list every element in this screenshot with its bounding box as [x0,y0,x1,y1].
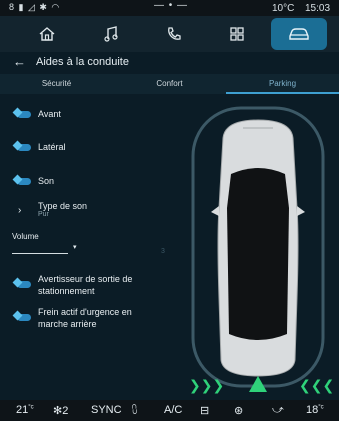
temp-left-value: 21 [16,404,29,416]
top-navigation [0,16,339,52]
nav-car[interactable] [271,18,327,50]
son-toggle[interactable] [12,174,31,185]
temp-right-unit: °c [318,404,324,411]
type-de-son-value: Pur [38,211,49,218]
phone-icon [168,27,181,40]
avant-toggle[interactable] [12,107,31,118]
chevron-right-icon: › [18,205,22,216]
rear-warning-icon [249,376,267,392]
steering-heat-icon[interactable]: ⊛ [234,404,243,417]
type-de-son-item[interactable]: Type de son Pur [38,201,87,218]
fan-direction-icon[interactable]: ⤻ [272,404,284,417]
volume-slider-handle[interactable]: ▾ [73,243,77,251]
right-sensor-arrows: ❮❮❮ [299,378,334,394]
nav-home[interactable] [19,18,75,50]
active-tab-indicator [226,92,339,94]
temp-left[interactable]: 21°c [16,404,34,416]
volume-slider-track[interactable] [12,253,68,254]
tab-securite[interactable]: Sécurité [0,74,113,94]
temp-right[interactable]: 18°c [306,404,324,416]
lateral-label: Latéral [38,142,66,152]
fan-speed-value: 2 [62,405,69,417]
frein-toggle[interactable] [12,310,31,321]
status-bar: 8 ▮ ◿ ✱ ◠ — • — 10°C 15:03 [0,0,339,16]
apps-icon [230,27,244,41]
frein-line1: Frein actif d'urgence en [38,307,132,317]
lateral-toggle[interactable] [12,140,31,151]
left-sensor-arrows: ❯❯❯ [189,378,224,394]
temp-left-unit: °c [28,404,34,411]
outside-temperature: 10°C [272,3,295,14]
frein-line2: marche arrière [38,319,97,329]
nav-phone[interactable] [146,18,202,50]
frein-label: Frein actif d'urgence en marche arrière [38,306,132,330]
fan-icon: ✻ [53,405,63,417]
car-roof-glass [227,168,289,340]
right-mirror [297,206,305,216]
avertisseur-toggle[interactable] [12,277,31,288]
status-middle: — • — [154,0,189,11]
avertisseur-line1: Avertisseur de sortie de [38,274,133,284]
avertisseur-line2: stationnement [38,286,95,296]
tab-parking[interactable]: Parking [226,74,339,94]
parking-sensor-view: ❯❯❯ ❮❮❮ [175,98,339,400]
music-icon [104,26,118,42]
nav-apps[interactable] [209,18,265,50]
sync-button[interactable]: SYNC [91,404,122,416]
ac-button[interactable]: A/C [164,404,182,416]
avertisseur-label: Avertisseur de sortie de stationnement [38,273,132,297]
type-de-son-label: Type de son [38,201,88,211]
clock: 15:03 [305,3,331,14]
volume-value: 3 [161,248,165,255]
signal-icons: 8 ▮ ◿ ✱ ◠ [9,2,61,12]
left-mirror [211,206,219,216]
avant-label: Avant [38,109,61,119]
page-header: ← Aides à la conduite [0,52,339,72]
temp-right-value: 18 [306,404,319,416]
back-arrow-icon[interactable]: ← [13,54,26,69]
tab-bar: Sécurité Confort Parking [0,74,339,94]
car-icon [289,28,309,40]
climate-bar: 21°c ✻2 SYNC ⩇ A/C ⊟ ⊛ ⤻ 18°c [0,400,339,421]
tab-confort[interactable]: Confort [113,74,226,94]
home-icon [39,27,55,41]
son-label: Son [38,176,55,186]
page-title: Aides à la conduite [36,56,129,68]
fan-speed[interactable]: ✻2 [53,404,68,417]
volume-label: Volume [12,232,39,241]
rear-defrost-icon[interactable]: ⊟ [200,404,209,417]
nav-music[interactable] [83,18,139,50]
seat-heat-icon[interactable]: ⩇ [132,404,137,417]
parking-diagram: ❯❯❯ ❮❮❮ [189,106,334,394]
